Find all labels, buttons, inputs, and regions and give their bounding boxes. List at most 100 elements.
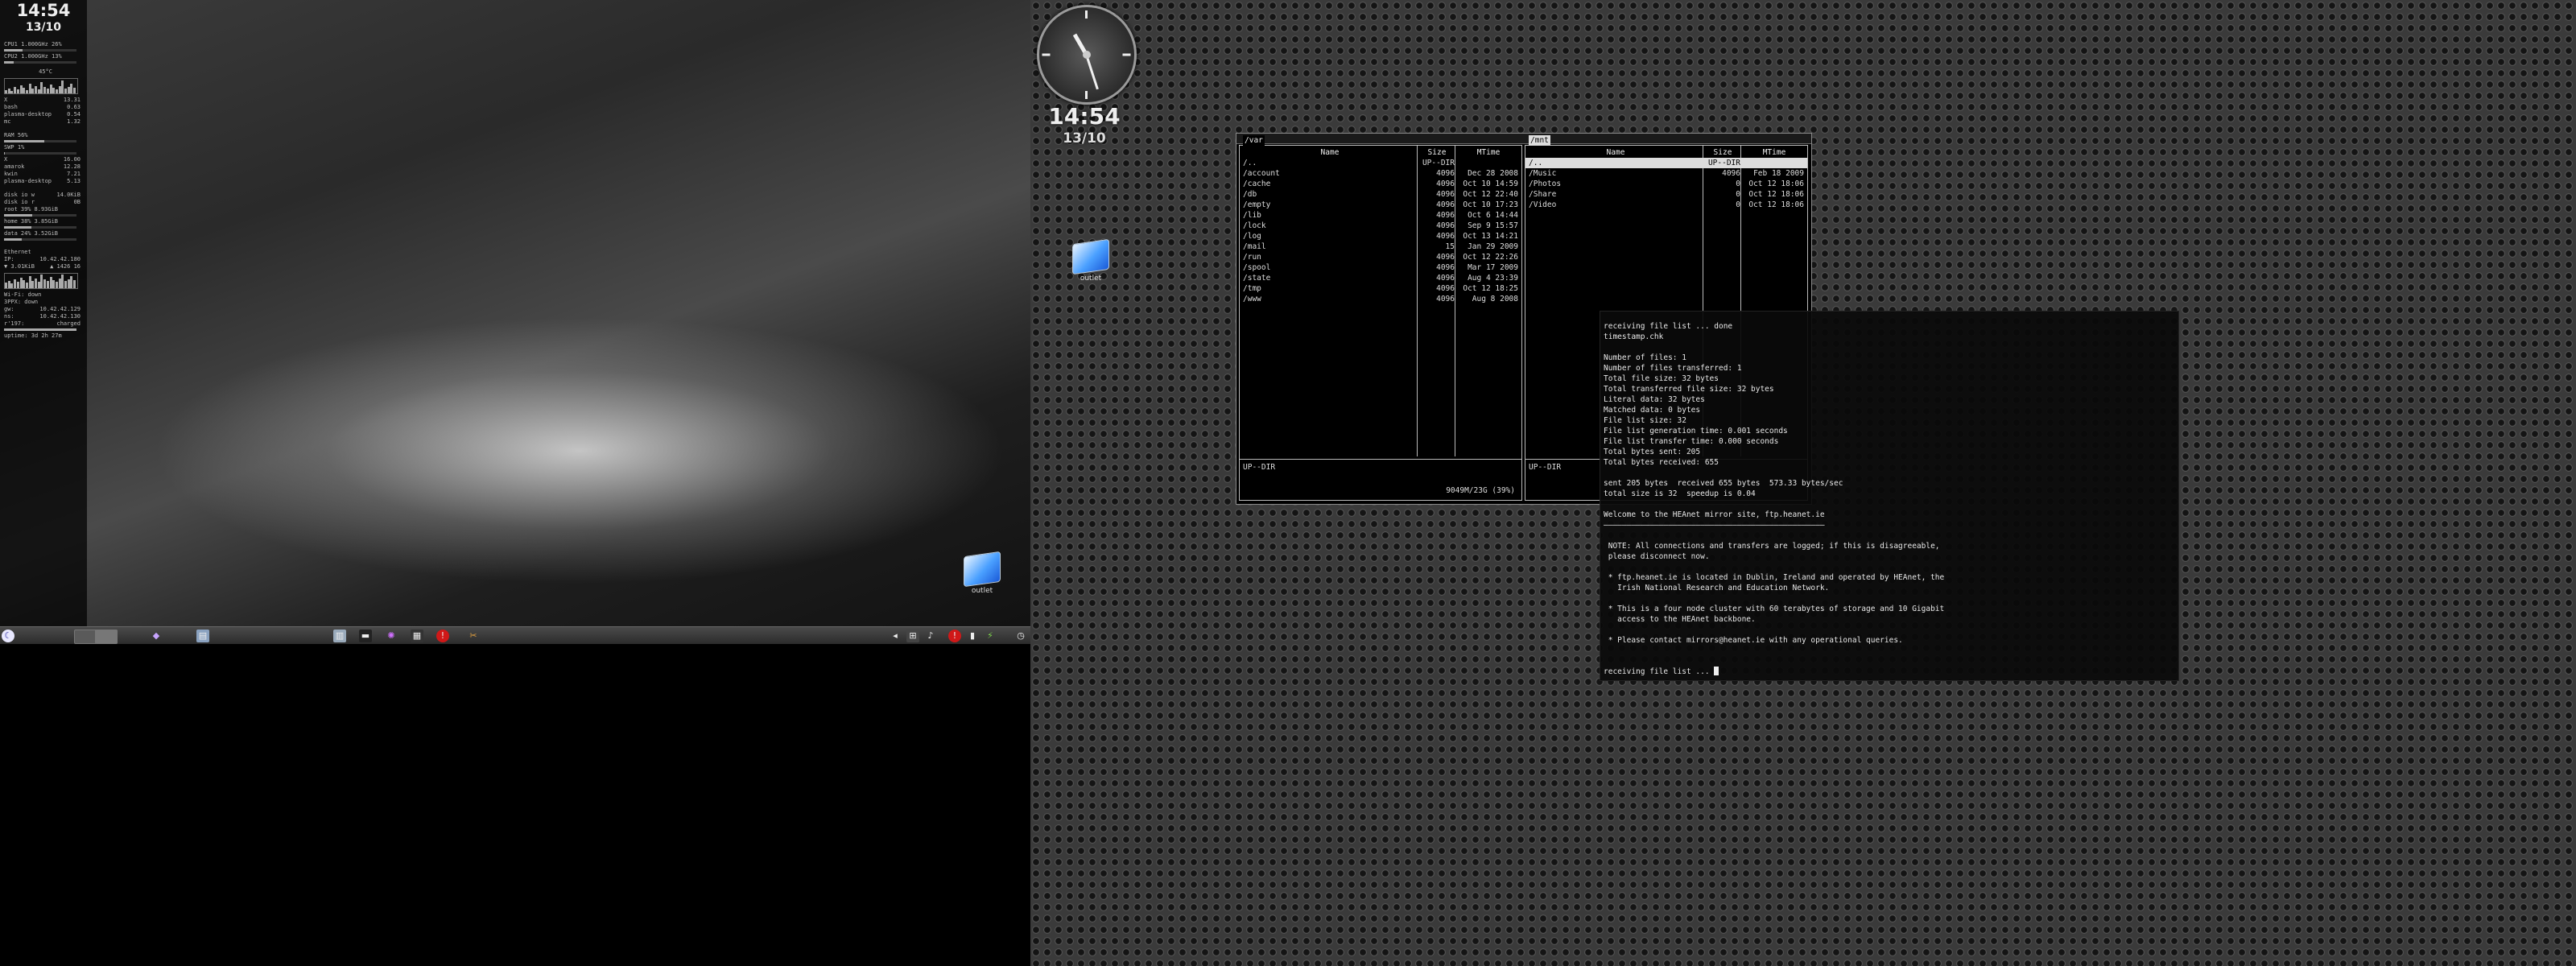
file-mtime: Aug 8 2008 — [1472, 295, 1518, 303]
file-row[interactable]: /mail 15 Jan 29 2009 — [1240, 242, 1521, 252]
file-row[interactable]: /db 4096 Oct 12 22:40 — [1240, 189, 1521, 200]
stat-value: 0.63 — [67, 104, 80, 110]
desktop-icon-outlet[interactable]: outlet — [1063, 238, 1119, 283]
ram-row: RAM 56% — [0, 132, 87, 139]
stat-value: 0B — [73, 199, 80, 205]
stat-value: 16.00 — [63, 156, 80, 163]
desktop-icon-label: outlet — [1080, 275, 1102, 283]
tools-icon[interactable]: ✂ — [467, 630, 480, 642]
fs-row: data 24% 3.52GiB — [0, 230, 87, 237]
file-row[interactable]: /tmp 4096 Oct 12 18:25 — [1240, 283, 1521, 294]
stat-row: X 16.00 — [0, 156, 87, 163]
terminal-line: Total bytes sent: 205 — [1604, 447, 2178, 457]
file-row[interactable]: /Music 4096 Feb 18 2009 — [1525, 168, 1807, 179]
file-row[interactable]: /log 4096 Oct 13 14:21 — [1240, 231, 1521, 242]
cpu2-freq: 1.000GHz — [21, 53, 48, 60]
file-row[interactable]: /state 4096 Aug 4 23:39 — [1240, 273, 1521, 283]
fs-name: home — [4, 218, 18, 225]
file-size: 4096 — [1722, 169, 1740, 178]
terminal-line: File list transfer time: 0.000 seconds — [1604, 436, 2178, 447]
col-mtime-header[interactable]: MTime — [1743, 147, 1806, 158]
mc-left-file-list[interactable]: /.. UP--DIR/account 4096 Dec 28 2008/cache 4… — [1240, 158, 1521, 304]
file-mtime: Aug 4 23:39 — [1468, 274, 1518, 283]
trash-icon[interactable]: ▥ — [333, 630, 346, 642]
file-row[interactable]: /run 4096 Oct 12 22:26 — [1240, 252, 1521, 262]
desktop-icon-outlet[interactable]: outlet — [954, 551, 1010, 595]
terminal-icon[interactable]: ▬ — [359, 630, 372, 642]
tray-volume-icon[interactable]: ♪ — [924, 630, 937, 642]
file-row[interactable]: /Video 0 Oct 12 18:06 — [1525, 200, 1807, 210]
stat-row: ns: 10.42.42.130 — [0, 313, 87, 320]
terminal-text: receiving file list ... done — [1604, 322, 1733, 331]
file-row[interactable]: /Photos 0 Oct 12 18:06 — [1525, 179, 1807, 189]
kde-menu-icon[interactable]: ☾ — [2, 630, 14, 642]
stat-row: plasma-desktop 5.13 — [0, 178, 87, 185]
mc-right-file-list[interactable]: /.. UP--DIR/Music 4096 Feb 18 2009/Photos 0 O… — [1525, 158, 1807, 210]
file-row[interactable]: /empty 4096 Oct 10 17:23 — [1240, 200, 1521, 210]
col-size-header[interactable]: Size — [1419, 147, 1455, 158]
terminal-text: * Please contact mirrors@heanet.ie with … — [1604, 636, 1903, 645]
file-size: 4096 — [1436, 200, 1455, 209]
media-icon[interactable]: ▦ — [411, 630, 423, 642]
file-row[interactable]: /spool 4096 Mar 17 2009 — [1240, 262, 1521, 273]
stat-row: ▼ 3.01KiB ▲ 1426 16 — [0, 263, 87, 270]
cpu-temp: 45°C — [39, 68, 52, 75]
taskbar: ☾ ◆ ▤ ▥ ▬ ✺ ▦ ! ✂ ◂ ⊞ ♪ ! ▮ ⚡ ◷ — [0, 626, 1030, 644]
terminal-text: File list size: 32 — [1604, 416, 1686, 425]
mc-titlebar[interactable] — [1236, 134, 1811, 144]
tray-battery-icon[interactable]: ▮ — [966, 630, 979, 642]
terminal-line: Matched data: 0 bytes — [1604, 405, 2178, 415]
uptime-label: uptime: — [4, 332, 28, 339]
col-name-header[interactable]: Name — [1529, 147, 1703, 158]
file-row[interactable]: /www 4096 Aug 8 2008 — [1240, 294, 1521, 304]
file-row[interactable]: /lib 4096 Oct 6 14:44 — [1240, 210, 1521, 221]
file-row[interactable]: /Share 0 Oct 12 18:06 — [1525, 189, 1807, 200]
fs-name: data — [4, 230, 18, 237]
net-graph — [4, 273, 78, 289]
alert-icon[interactable]: ! — [436, 630, 449, 642]
taskbar-task-2[interactable] — [95, 630, 118, 644]
col-size-header[interactable]: Size — [1705, 147, 1740, 158]
swap-label: SWP — [4, 144, 14, 151]
file-row[interactable]: /cache 4096 Oct 10 14:59 — [1240, 179, 1521, 189]
swap-pct: 1% — [17, 144, 25, 151]
terminal-cursor — [1714, 667, 1719, 675]
terminal-text: File list generation time: 0.001 seconds — [1604, 427, 1788, 436]
cpu1-label: CPU1 — [4, 41, 18, 47]
file-row[interactable]: /lock 4096 Sep 9 15:57 — [1240, 221, 1521, 231]
tray-network-icon[interactable]: ⊞ — [906, 630, 919, 642]
chat-icon[interactable]: ✺ — [385, 630, 398, 642]
terminal-window[interactable]: receiving file list ... done timestamp.ch… — [1600, 311, 2179, 681]
terminal-text: File list transfer time: 0.000 seconds — [1604, 437, 1779, 446]
file-mtime: Jan 29 2009 — [1468, 242, 1518, 251]
stat-name: r'197: — [4, 320, 25, 327]
stat-row: r'197: charged — [0, 320, 87, 328]
file-row[interactable]: /account 4096 Dec 28 2008 — [1240, 168, 1521, 179]
col-mtime-header[interactable]: MTime — [1457, 147, 1520, 158]
stat-row: mc 1.32 — [0, 118, 87, 126]
terminal-line: sent 205 bytes received 655 bytes 573.33… — [1604, 478, 2178, 489]
file-row[interactable]: /.. UP--DIR — [1525, 158, 1807, 168]
mc-left-panel[interactable]: /var Name Size MTime /.. UP--DIR/account 4… — [1239, 135, 1522, 501]
stat-row: 3PPX: down — [0, 299, 87, 306]
fs-bar — [4, 214, 76, 217]
col-name-header[interactable]: Name — [1243, 147, 1417, 158]
file-size: 4096 — [1436, 169, 1455, 178]
tray-clock-icon[interactable]: ◷ — [1014, 630, 1027, 642]
file-name: /Share — [1529, 190, 1557, 199]
stat-name: X — [4, 156, 8, 163]
app-icon[interactable]: ◆ — [150, 630, 163, 642]
tray-wifi-icon[interactable]: ⚡ — [984, 630, 997, 642]
file-row[interactable]: /.. UP--DIR — [1240, 158, 1521, 168]
tray-alert-icon[interactable]: ! — [948, 630, 961, 642]
network-list: Ethernet IP: 10.42.42.180 ▼ 3.01KiB ▲ 1426 1… — [0, 249, 87, 270]
clock-minute-hand — [1085, 54, 1099, 90]
terminal-line: * This is a four node cluster with 60 te… — [1604, 604, 2178, 614]
tray-arrow-icon[interactable]: ◂ — [889, 630, 902, 642]
stat-name: disk io r — [4, 199, 35, 205]
stat-value: 12.28 — [63, 163, 80, 170]
files-icon[interactable]: ▤ — [196, 630, 209, 642]
stat-row: bash 0.63 — [0, 104, 87, 111]
